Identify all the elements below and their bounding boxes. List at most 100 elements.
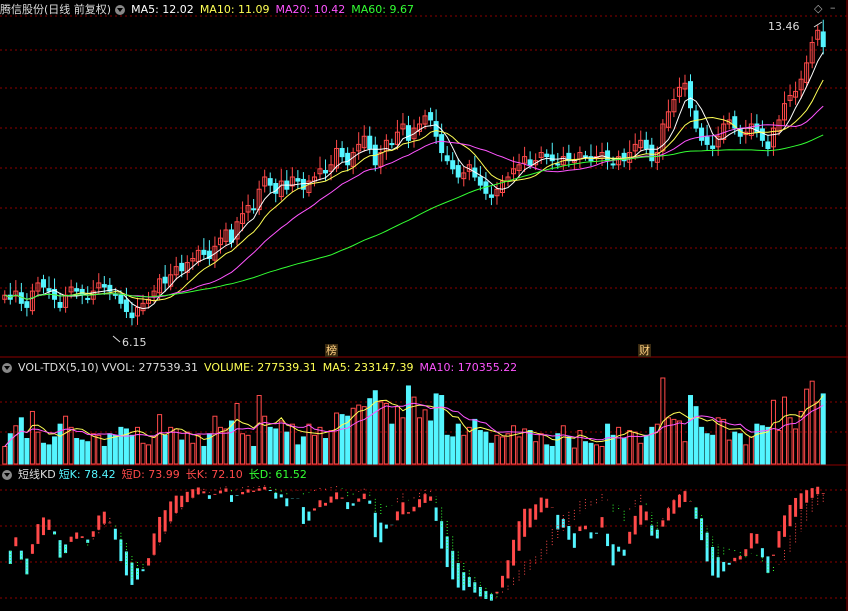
volume-bar (212, 415, 218, 465)
marker-bang[interactable]: 榜 (325, 344, 338, 357)
volume-bar (29, 410, 35, 465)
ma10-line (4, 79, 824, 302)
volume-bar (444, 434, 450, 465)
volume-bar (737, 433, 743, 465)
candle-body (57, 302, 63, 308)
candle-body (765, 141, 771, 149)
stock-chart[interactable] (0, 0, 848, 611)
volume-bar (776, 430, 782, 465)
volume-bar (748, 436, 754, 465)
volume-bar (671, 418, 677, 465)
volume-bar (477, 430, 483, 465)
candle-body (295, 178, 301, 182)
volume-bar (140, 442, 146, 465)
volume-bar (328, 430, 334, 465)
candle-body (101, 284, 107, 288)
volume-bar (40, 442, 46, 465)
volume-bar (361, 406, 367, 465)
volume-bar (112, 434, 118, 465)
volume-bar (256, 395, 262, 465)
volume-bar (417, 417, 423, 465)
volume-bar (278, 420, 284, 465)
volume-bar (682, 441, 688, 465)
candle-body (699, 127, 705, 141)
candle-body (40, 279, 46, 288)
candle-body (444, 155, 450, 162)
volume-bar (499, 436, 505, 465)
volume-bar (527, 430, 533, 465)
volume-bar (96, 434, 102, 465)
volume-bar (240, 433, 246, 465)
volume-bar (195, 434, 201, 465)
volume-bar (643, 434, 649, 465)
volume-bar (134, 426, 140, 465)
volume-bar (593, 444, 599, 465)
volume-bar (151, 436, 157, 465)
candle-body (693, 110, 699, 129)
volume-bar (699, 426, 705, 465)
volume-bar (621, 438, 627, 465)
volume-bar (334, 412, 340, 465)
volume-bar (267, 426, 273, 465)
volume-bar (494, 434, 500, 465)
volume-bar (676, 420, 682, 465)
volume-bar (405, 385, 411, 465)
volume-bar (820, 393, 826, 465)
volume-bar (85, 441, 91, 465)
volume-bar (79, 439, 85, 465)
volume-bar (223, 428, 229, 465)
volume-bar (505, 433, 511, 465)
volume-bar (356, 404, 362, 465)
volume-bar (627, 430, 633, 465)
candle-body (688, 81, 694, 109)
volume-bar (273, 428, 279, 465)
volume-bar (582, 441, 588, 465)
candle-body (405, 125, 411, 141)
volume-bar (804, 388, 810, 465)
volume-bar (311, 434, 317, 465)
marker-cai[interactable]: 财 (638, 344, 651, 357)
volume-bar (400, 417, 406, 465)
volume-bar (450, 436, 456, 465)
volume-bar (743, 444, 749, 465)
volume-bar (18, 417, 24, 465)
volume-bar (190, 442, 196, 465)
candle-body (649, 144, 655, 162)
volume-bar (52, 436, 58, 465)
volume-bar (544, 444, 550, 465)
candle-body (323, 169, 329, 174)
candle-body (704, 136, 710, 145)
candle-body (389, 143, 395, 146)
volume-bar (339, 414, 345, 465)
volume-bar (555, 433, 561, 465)
volume-bar (24, 438, 30, 465)
volume-bar (588, 442, 594, 465)
volume-bar (754, 423, 760, 465)
volume-bar (367, 398, 373, 465)
volume-bar (289, 423, 295, 465)
volume-bar (2, 445, 8, 465)
candle-body (477, 176, 483, 186)
volume-bar (571, 447, 577, 465)
volume-bar (35, 431, 41, 465)
candle-body (123, 299, 129, 312)
volume-bar (472, 418, 478, 465)
volume-bar (234, 402, 240, 465)
volume-bar (433, 393, 439, 465)
low-price-label: 6.15 (122, 336, 147, 349)
volume-bar (665, 417, 671, 465)
volume-bar (68, 426, 74, 465)
volume-bar (815, 401, 821, 465)
volume-bar (422, 409, 428, 465)
volume-bar (300, 436, 306, 465)
volume-bar (245, 434, 251, 465)
candle-body (179, 262, 185, 272)
candle-body (24, 301, 30, 308)
candle-body (605, 150, 611, 162)
candle-body (74, 288, 80, 292)
volume-bar (770, 399, 776, 465)
candle-body (162, 276, 168, 284)
volume-bar (765, 426, 771, 465)
volume-bar (173, 428, 179, 465)
volume-bar (710, 434, 716, 465)
